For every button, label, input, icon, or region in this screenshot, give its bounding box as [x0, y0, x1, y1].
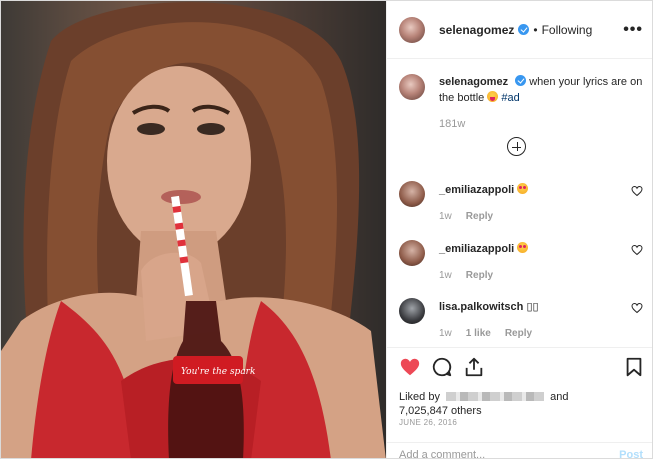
- commenter-username[interactable]: _emiliazappoli: [439, 243, 514, 255]
- bookmark-icon[interactable]: [623, 356, 645, 378]
- comment-item: _emiliazappoli 1w Reply: [399, 240, 643, 292]
- heart-eyes-emoji-icon: [517, 183, 529, 194]
- more-options-icon[interactable]: •••: [623, 21, 643, 39]
- commenter-avatar[interactable]: [399, 298, 425, 324]
- load-more-comments-icon[interactable]: [507, 137, 526, 156]
- comment-meta: 1w Reply: [439, 211, 493, 222]
- tongue-emoji-icon: [487, 91, 499, 102]
- likes-summary: Liked by and 7,025,847 others: [399, 390, 639, 418]
- author-username[interactable]: selenagomez: [439, 23, 514, 37]
- comment-icon[interactable]: [431, 356, 453, 378]
- caption-body: selenagomez when your lyrics are on the …: [439, 74, 643, 106]
- comment-age[interactable]: 1w: [439, 270, 452, 281]
- post-header: selenagomez • Following •••: [387, 1, 652, 59]
- heart-icon[interactable]: [399, 356, 421, 378]
- comments-list[interactable]: selenagomez when your lyrics are on the …: [387, 60, 652, 347]
- like-comment-icon[interactable]: [631, 244, 643, 256]
- comment-meta: 1w 1 like Reply: [439, 328, 532, 339]
- following-button[interactable]: Following: [542, 23, 593, 37]
- commenter-avatar[interactable]: [399, 181, 425, 207]
- comment-input[interactable]: Add a comment...: [399, 449, 485, 458]
- comment-age[interactable]: 1w: [439, 328, 452, 339]
- post-panel: selenagomez • Following ••• selenagomez …: [386, 1, 652, 458]
- commenter-username[interactable]: lisa.palkowitsch: [439, 301, 523, 313]
- verified-icon: [518, 24, 530, 35]
- liked-and-label: and: [550, 391, 569, 403]
- redacted-username: [446, 392, 545, 401]
- caption-age[interactable]: 181w: [439, 118, 465, 130]
- bottle-label: You're the spark: [181, 367, 255, 377]
- post-button[interactable]: Post: [619, 449, 643, 458]
- comment-likes[interactable]: 1 like: [466, 328, 491, 339]
- likes-count[interactable]: 7,025,847 others: [399, 405, 482, 417]
- heart-eyes-emoji-icon: [517, 242, 529, 253]
- post-photo[interactable]: You're the spark: [1, 1, 386, 458]
- post-modal: You're the spark selenagomez • Following…: [0, 0, 653, 459]
- comment-item: lisa.palkowitsch ▯▯ 1w 1 like Reply: [399, 298, 643, 347]
- comment-item: _emiliazappoli 1w Reply: [399, 181, 643, 233]
- comment-text: _emiliazappoli: [439, 242, 529, 255]
- caption-avatar[interactable]: [399, 74, 425, 100]
- reply-button[interactable]: Reply: [466, 270, 493, 281]
- comment-age[interactable]: 1w: [439, 211, 452, 222]
- photo-illustration: You're the spark: [1, 2, 386, 458]
- separator-dot: •: [533, 22, 538, 37]
- comment-text: lisa.palkowitsch ▯▯: [439, 300, 539, 313]
- like-comment-icon[interactable]: [631, 185, 643, 197]
- comment-body: ▯▯: [526, 301, 539, 313]
- liked-by-label: Liked by: [399, 391, 440, 403]
- verified-icon: [515, 75, 527, 86]
- caption-hashtag[interactable]: #ad: [501, 92, 519, 104]
- add-comment-bar: Add a comment... Post: [387, 442, 652, 458]
- caption-username[interactable]: selenagomez: [439, 76, 508, 88]
- comment-meta: 1w Reply: [439, 270, 493, 281]
- reply-button[interactable]: Reply: [466, 211, 493, 222]
- author-avatar[interactable]: [399, 16, 425, 43]
- reply-button[interactable]: Reply: [505, 328, 532, 339]
- commenter-avatar[interactable]: [399, 240, 425, 266]
- post-date[interactable]: JUNE 26, 2016: [399, 418, 457, 427]
- comment-text: _emiliazappoli: [439, 183, 529, 196]
- share-icon[interactable]: [463, 356, 485, 378]
- like-comment-icon[interactable]: [631, 302, 643, 314]
- commenter-username[interactable]: _emiliazappoli: [439, 184, 514, 196]
- post-actions: Liked by and 7,025,847 others JUNE 26, 2…: [387, 347, 652, 458]
